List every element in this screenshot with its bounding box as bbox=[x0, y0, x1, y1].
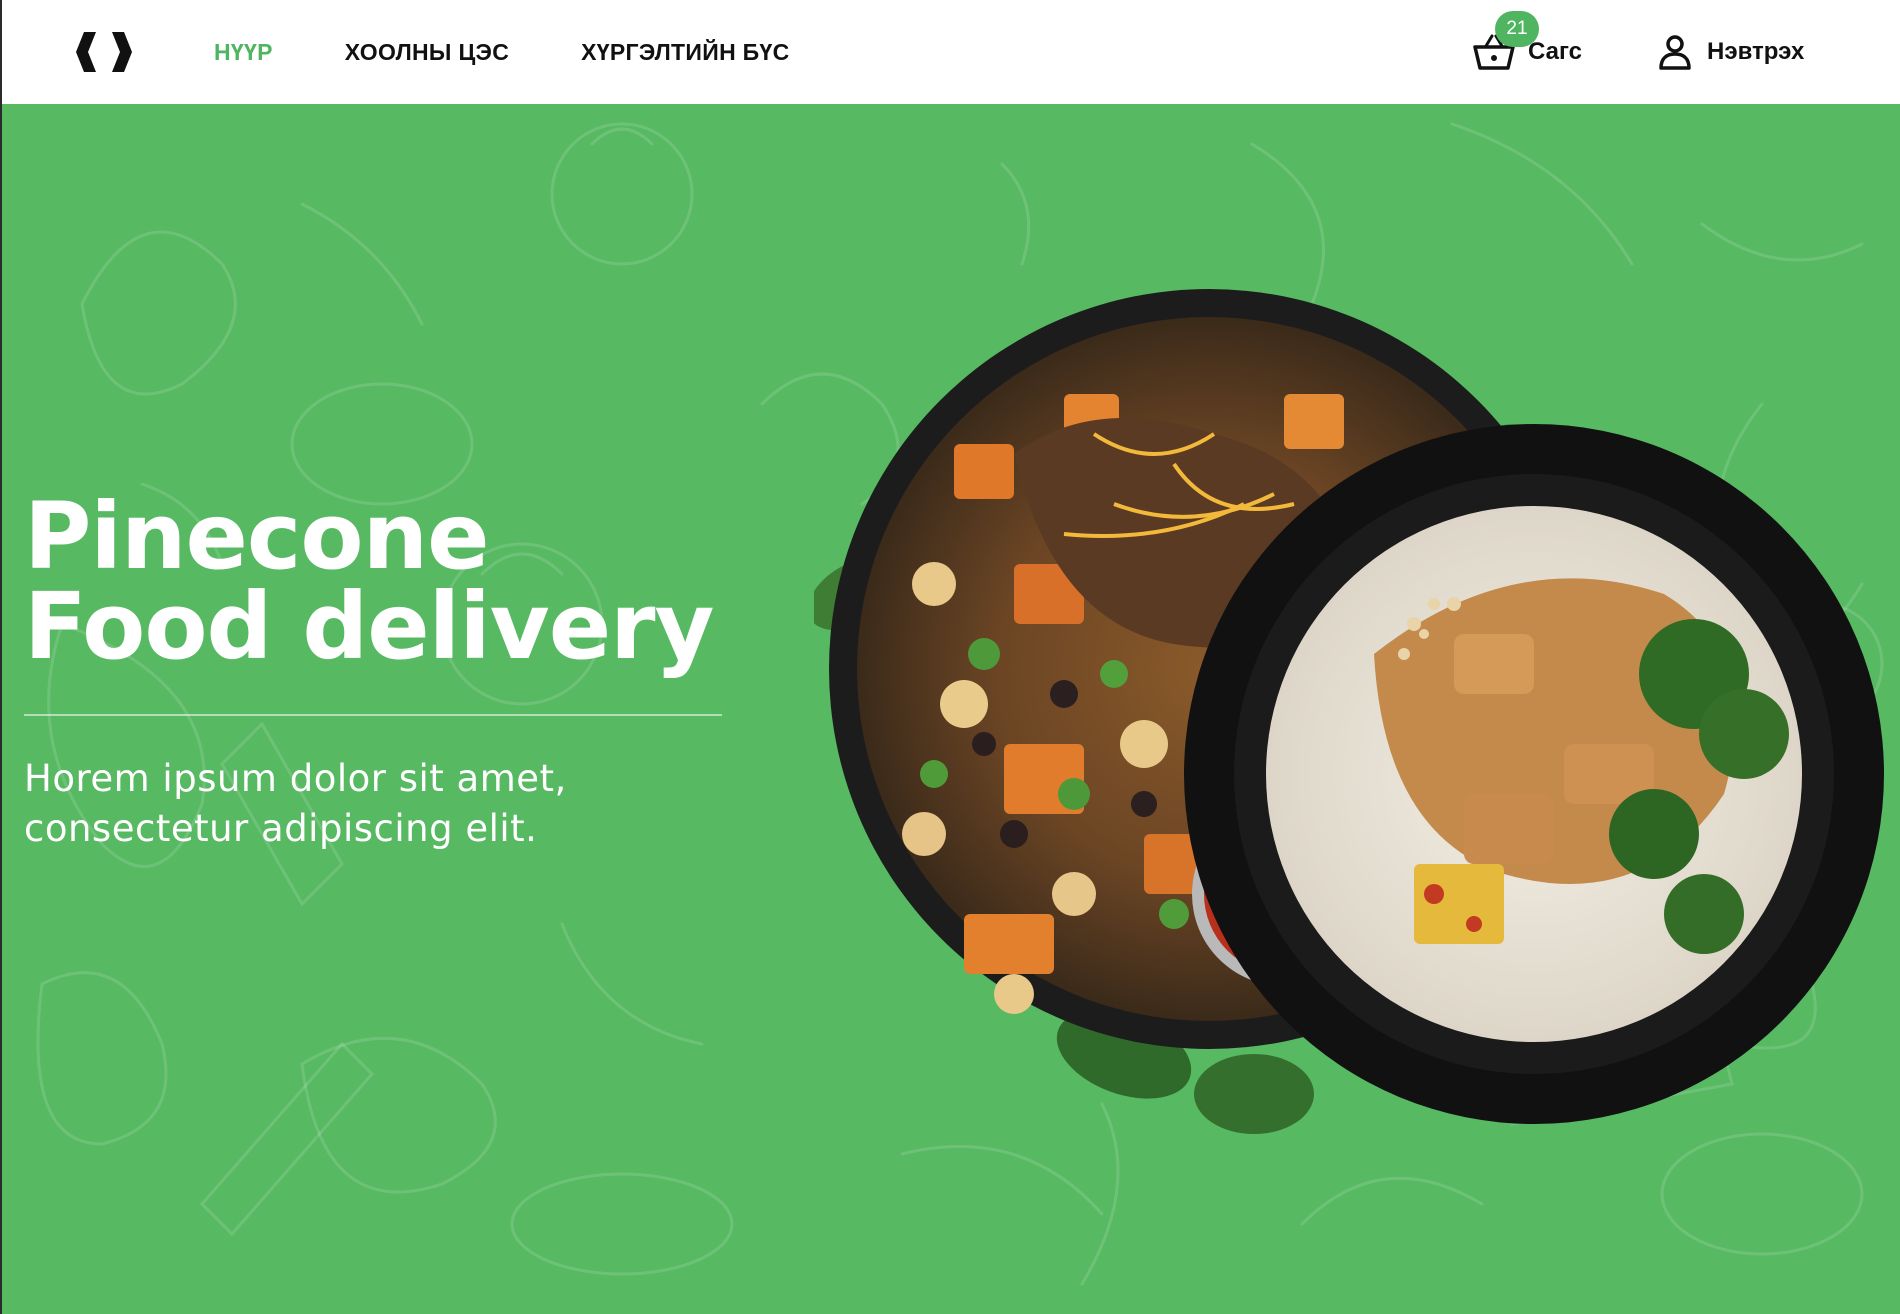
cart-label: Сагс bbox=[1528, 38, 1582, 65]
login-button[interactable]: Нэвтрэх bbox=[1657, 22, 1804, 82]
user-icon bbox=[1657, 34, 1693, 70]
hero-title: Pinecone Food delivery bbox=[24, 483, 784, 680]
main-nav: НҮҮР ХООЛНЫ ЦЭС ХҮРГЭЛТИЙН БҮС bbox=[214, 0, 790, 104]
nav-menu[interactable]: ХООЛНЫ ЦЭС bbox=[345, 39, 509, 66]
hero-subtitle-line-2: consectetur adipiscing elit. bbox=[24, 807, 538, 850]
hero-divider bbox=[24, 714, 722, 716]
nav-delivery-zone[interactable]: ХҮРГЭЛТИЙН БҮС bbox=[581, 39, 789, 66]
food-bowls-image bbox=[814, 289, 1884, 1134]
logo-icon[interactable] bbox=[74, 28, 134, 76]
page: НҮҮР ХООЛНЫ ЦЭС ХҮРГЭЛТИЙН БҮС Сагс 21 Н… bbox=[0, 0, 1900, 1314]
cart-count-badge: 21 bbox=[1495, 11, 1539, 47]
hero-subtitle: Horem ipsum dolor sit amet, consectetur … bbox=[24, 754, 744, 854]
top-navbar: НҮҮР ХООЛНЫ ЦЭС ХҮРГЭЛТИЙН БҮС Сагс 21 Н… bbox=[2, 0, 1900, 104]
hero-title-line-1: Pinecone bbox=[24, 483, 490, 590]
login-label: Нэвтрэх bbox=[1707, 38, 1805, 65]
hero-title-line-2: Food delivery bbox=[24, 573, 714, 680]
nav-home[interactable]: НҮҮР bbox=[214, 39, 273, 66]
hero-section: Pinecone Food delivery Horem ipsum dolor… bbox=[2, 104, 1900, 1314]
hero-subtitle-line-1: Horem ipsum dolor sit amet, bbox=[24, 757, 567, 800]
